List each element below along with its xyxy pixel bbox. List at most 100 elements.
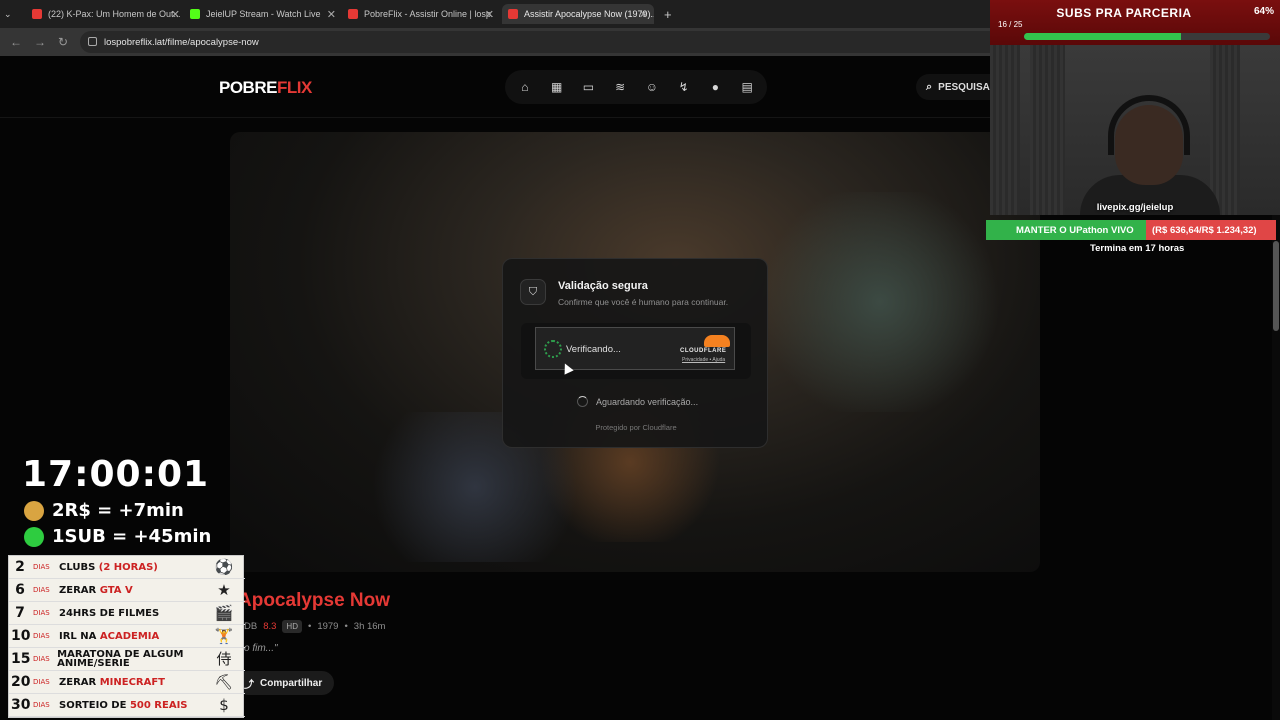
marathon-bar: MANTER O UPathon VIVO (R$ 636,64/R$ 1.23… <box>986 220 1276 240</box>
goal-highlight: GTA V <box>99 584 133 596</box>
goal-days-number: 10 <box>11 628 31 644</box>
calendar-icon[interactable]: ▤ <box>737 77 757 97</box>
tab-list-button[interactable]: ⌄ <box>4 4 22 24</box>
goal-days-number: 20 <box>11 674 31 690</box>
verification-subtitle: Confirme que você é humano para continua… <box>558 297 729 307</box>
rule-line: 1SUB = +45min <box>24 526 211 547</box>
back-icon[interactable]: ← <box>10 35 22 49</box>
stream-timer: 17:00:01 <box>22 454 210 495</box>
movie-title: Apocalypse Now <box>238 590 391 611</box>
goal-text: 24HRS DE FILMES <box>59 607 160 619</box>
logo-part1: POBRE <box>219 78 277 97</box>
goal-highlight: MINECRAFT <box>99 676 166 688</box>
goal-text: ZERAR MINECRAFT <box>59 676 166 688</box>
marathon-amount: (R$ 636,64/R$ 1.234,32) <box>1146 220 1276 240</box>
goal-row: 10 DIAS IRL NA ACADEMIA 🏋 <box>9 625 245 648</box>
movie-meta: DB 8.3 HD • 1979 • 3h 16m <box>244 620 385 633</box>
share-icon: ⤴ <box>244 679 254 691</box>
goal-row: 2 DIAS CLUBS (2 HORAS) ⚽ <box>9 556 245 579</box>
film-icon[interactable]: ▦ <box>547 77 567 97</box>
captcha-container: Verificando... CLOUDFLARE Privacidade • … <box>521 323 751 379</box>
loading-icon <box>577 396 588 407</box>
goal-text: SORTEIO DE 500 REAIS <box>59 699 188 711</box>
url-text: lospobreflix.lat/filme/apocalypse-now <box>104 36 259 48</box>
share-button[interactable]: ⤴ Compartilhar <box>236 671 335 695</box>
tab-title: PobreFlix - Assistir Online | losp... <box>364 9 494 19</box>
home-icon[interactable]: ⌂ <box>515 77 535 97</box>
waiting-text: Aguardando verificação... <box>596 396 699 407</box>
tv-icon[interactable]: ▭ <box>578 77 598 97</box>
movie-tagline: o fim..." <box>244 643 278 654</box>
goal-row: 6 DIAS ZERAR GTA V ★ <box>9 579 245 602</box>
wall-panel <box>990 45 1020 215</box>
mask-icon[interactable]: ☺ <box>642 77 662 97</box>
marathon-ends: Termina em 17 horas <box>1090 243 1185 254</box>
goal-highlight: (2 HORAS) <box>98 561 158 573</box>
tab-3[interactable]: PobreFlix - Assistir Online | losp... ✕ <box>348 4 494 24</box>
youtube-icon <box>32 9 42 19</box>
tab-title: JeielUP Stream - Watch Live <box>206 9 321 19</box>
goal-count: 16 / 25 <box>998 20 1023 29</box>
rule-text: 1SUB = +45min <box>52 526 212 547</box>
soccer-icon[interactable]: ● <box>705 77 725 97</box>
goal-row: 7 DIAS 24HRS DE FILMES 🎬 <box>9 602 245 625</box>
goal-row: 30 DIAS SORTEIO DE 500 REAIS $ <box>9 694 245 717</box>
backdrop-blur <box>750 192 1010 412</box>
reel-icon[interactable]: ↯ <box>674 77 694 97</box>
forward-icon[interactable]: → <box>34 35 46 49</box>
goal-percent: 64% <box>1253 6 1274 17</box>
imdb-rating: 8.3 <box>263 621 277 632</box>
goal-illustration-icon: ⛏ <box>214 673 234 691</box>
goal-days-number: 30 <box>11 697 31 713</box>
waiting-status: Aguardando verificação... <box>577 396 698 407</box>
goal-progress-track <box>1024 33 1270 40</box>
goal-days-label: DIAS <box>33 678 50 686</box>
goal-row: 20 DIAS ZERAR MINECRAFT ⛏ <box>9 671 245 694</box>
anime-icon[interactable]: ≋ <box>610 77 630 97</box>
goal-progress-fill <box>1024 33 1182 40</box>
cloudflare-logo-icon <box>704 335 730 347</box>
site-info-icon[interactable] <box>88 37 97 46</box>
goal-days-number: 7 <box>15 605 25 621</box>
close-icon[interactable]: ✕ <box>171 8 180 21</box>
close-icon[interactable]: ✕ <box>639 8 648 21</box>
marathon-label: MANTER O UPathon VIVO <box>986 220 1146 240</box>
main-nav: ⌂ ▦ ▭ ≋ ☺ ↯ ● ▤ <box>505 70 767 104</box>
tab-title: (22) K-Pax: Um Homem de Out... <box>48 9 180 19</box>
widget-links[interactable]: Privacidade • Ajuda <box>682 357 725 363</box>
goal-days-label: DIAS <box>33 701 50 709</box>
video-player[interactable]: ⛉ Validação segura Confirme que você é h… <box>230 132 1040 572</box>
goal-illustration-icon: ⚽ <box>214 558 234 576</box>
goal-days-label: DIAS <box>33 609 50 617</box>
tab-1[interactable]: (22) K-Pax: Um Homem de Out... ✕ <box>32 4 180 24</box>
green-dot-icon <box>24 526 44 547</box>
close-icon[interactable]: ✕ <box>327 8 336 21</box>
search-icon: ⌕ <box>926 80 933 93</box>
goal-title: SUBS PRA PARCERIA <box>1056 6 1192 20</box>
webcam-feed: livepix.gg/jeielup <box>990 45 1280 215</box>
protected-by-text: Protegido por Cloudflare <box>595 423 677 432</box>
subathon-goals-panel: 2 DIAS CLUBS (2 HORAS) ⚽ 6 DIAS ZERAR GTA V ★ 7 D… <box>8 555 245 718</box>
goal-days-number: 15 <box>11 651 31 667</box>
goal-illustration-icon: 🎬 <box>214 604 234 622</box>
kick-icon <box>190 9 200 19</box>
scrollbar-thumb[interactable] <box>1273 241 1279 331</box>
site-logo[interactable]: POBREFLIX <box>219 78 312 98</box>
goal-text: ZERAR GTA V <box>59 584 133 596</box>
tab-2[interactable]: JeielUP Stream - Watch Live ✕ <box>190 4 336 24</box>
tab-4[interactable]: Assistir Apocalypse Now (1979)... ✕ <box>502 4 654 24</box>
close-icon[interactable]: ✕ <box>485 8 494 21</box>
webcam-label: livepix.gg/jeielup <box>1096 202 1174 213</box>
pobreflix-icon <box>508 9 518 19</box>
share-label: Compartilhar <box>260 677 323 689</box>
goal-highlight: ACADEMIA <box>99 630 160 642</box>
goal-text: IRL NA ACADEMIA <box>59 630 160 642</box>
url-field[interactable]: lospobreflix.lat/filme/apocalypse-now <box>80 31 1020 53</box>
chevron-down-icon: ⌄ <box>4 8 12 19</box>
reload-icon[interactable]: ↻ <box>58 35 68 49</box>
goal-illustration-icon: 侍 <box>216 650 232 668</box>
new-tab-button[interactable]: + <box>664 4 678 24</box>
movie-year: 1979 <box>317 621 339 632</box>
quality-badge: HD <box>282 620 302 633</box>
goal-row: 15 DIAS MARATONA DE ALGUM ANIME/SERIE 侍 <box>9 648 245 671</box>
